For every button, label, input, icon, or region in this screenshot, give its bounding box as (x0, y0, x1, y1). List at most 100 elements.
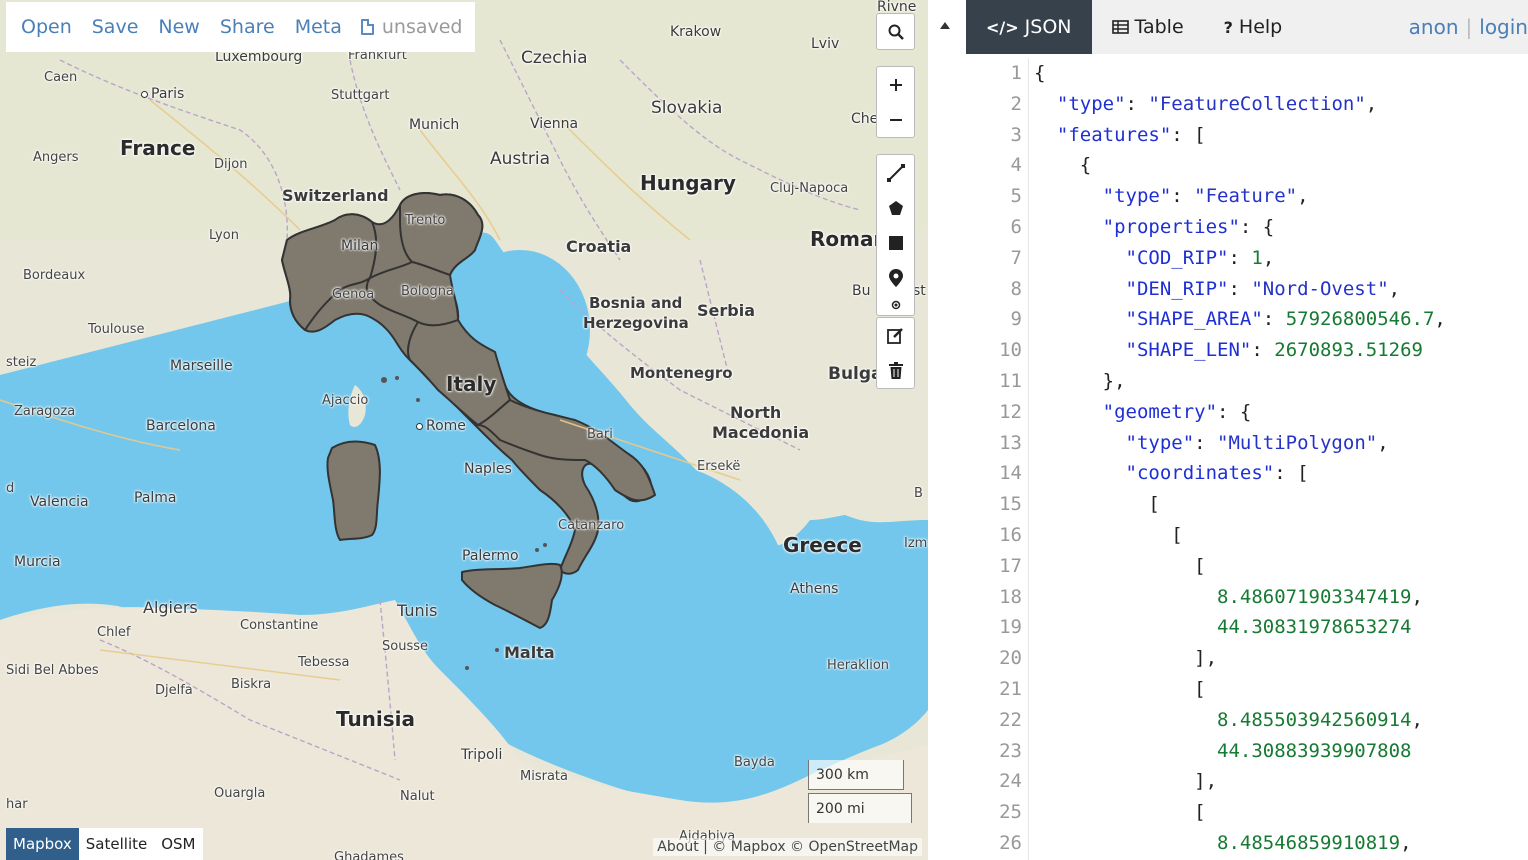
table-icon (1111, 20, 1129, 34)
scale-km: 300 km (808, 760, 904, 790)
anon-link[interactable]: anon (1409, 15, 1459, 39)
map-label-milan: Milan (341, 238, 379, 254)
file-icon (360, 19, 374, 35)
code-line: "DEN_RIP": "Nord-Ovest", (1125, 277, 1401, 300)
map-label-montenegro: Montenegro (630, 364, 733, 382)
map-label-ouargla: Ouargla (214, 786, 266, 801)
polygon-icon (888, 200, 903, 215)
code-line: 8.486071903347419, (1217, 585, 1423, 608)
plus-icon (889, 78, 902, 91)
code-line: "type": "MultiPolygon", (1125, 431, 1389, 454)
line-number: 23 (999, 739, 1022, 762)
line-number: 15 (999, 493, 1022, 516)
draw-rectangle-button[interactable] (877, 225, 914, 260)
meta-button[interactable]: Meta (288, 16, 355, 38)
line-number: 5 (1010, 185, 1022, 208)
code-lines[interactable]: { "type": "FeatureCollection", "features… (1034, 58, 1446, 859)
draw-toolbar (876, 154, 915, 316)
map-label-hungary: Hungary (640, 171, 736, 195)
line-number: 2 (1010, 92, 1022, 115)
line-number: 7 (1010, 246, 1022, 269)
share-button[interactable]: Share (213, 16, 288, 38)
zoom-in-button[interactable] (877, 67, 914, 102)
map-label-bologna: Bologna (401, 284, 454, 299)
open-button[interactable]: Open (14, 16, 85, 38)
line-number: 4 (1010, 154, 1022, 177)
map-label-erseke: Ersekë (697, 459, 741, 474)
code-line: "properties": { (1102, 215, 1275, 238)
map-label-sousse: Sousse (382, 639, 428, 654)
map-label-biskra: Biskra (231, 677, 272, 692)
code-line: 44.30883939907808 (1217, 739, 1412, 762)
map-label-izm: Izm (904, 536, 928, 551)
code-line: ], (1194, 770, 1218, 793)
map-label-sidibelabbes: Sidi Bel Abbes (6, 663, 99, 678)
pane-divider[interactable] (928, 0, 966, 860)
draw-marker-button[interactable] (877, 260, 914, 295)
layer-satellite[interactable]: Satellite (79, 828, 154, 860)
delete-layers-button[interactable] (877, 353, 914, 388)
map-label-trento: Trento (405, 213, 446, 228)
code-line: }, (1102, 369, 1126, 392)
map-label-paris: Paris (141, 87, 184, 101)
line-icon (886, 163, 905, 182)
map-label-bu: Bu (852, 283, 871, 299)
scale-mi: 200 mi (808, 793, 912, 823)
zoom-out-button[interactable] (877, 102, 914, 137)
file-menu: Open Save New Share Meta unsaved (6, 2, 475, 52)
line-number: 6 (1010, 215, 1022, 238)
line-number: 18 (999, 585, 1022, 608)
code-line: 8.48546859910819, (1217, 831, 1412, 854)
save-button[interactable]: Save (85, 16, 152, 38)
map-label-nalut: Nalut (400, 789, 435, 804)
login-link[interactable]: login (1479, 15, 1528, 39)
map-label-north: North (730, 403, 782, 422)
line-number: 12 (999, 400, 1022, 423)
line-number: 14 (999, 462, 1022, 485)
map-label-malta: Malta (504, 643, 555, 662)
edit-layers-button[interactable] (877, 318, 914, 353)
json-editor[interactable]: 1 2 3 4 5 6 7 8 9 10 11 12 13 14 15 16 17 18 19 20 21 22 23 24 2… (966, 58, 1528, 860)
code-line: 44.30831978653274 (1217, 616, 1412, 639)
search-button[interactable] (877, 14, 914, 49)
map-label-dijon: Dijon (214, 157, 248, 172)
line-number: 3 (1010, 123, 1022, 146)
tab-help[interactable]: ? Help (1204, 0, 1303, 54)
draw-circlemarker-button[interactable] (877, 295, 914, 315)
line-number: 21 (999, 677, 1022, 700)
question-icon: ? (1223, 17, 1233, 37)
map-label-bosnia: Bosnia and (589, 294, 683, 312)
map-label-munich: Munich (409, 117, 460, 133)
map-label-tunis: Tunis (397, 601, 438, 620)
draw-polygon-button[interactable] (877, 190, 914, 225)
line-number: 16 (999, 523, 1022, 546)
collapse-arrow-icon[interactable] (940, 22, 950, 29)
layer-osm[interactable]: OSM (154, 828, 202, 860)
map-label-austria: Austria (490, 149, 551, 169)
map-label-rome: Rome (416, 419, 466, 433)
tab-table[interactable]: Table (1092, 0, 1204, 54)
map-label-bayda: Bayda (734, 755, 775, 770)
rectangle-icon (888, 235, 903, 250)
map-label-rivne: Rivne (877, 0, 917, 15)
line-number: 25 (999, 801, 1022, 824)
map-label-france: France (120, 136, 196, 160)
line-number: 1 (1010, 62, 1022, 84)
map-attribution[interactable]: About | © Mapbox © OpenStreetMap (653, 838, 922, 856)
code-line: "coordinates": [ (1125, 462, 1309, 485)
map-pane[interactable]: Rivne Krakow Lviv Luxembourg Frankfurt C… (0, 0, 928, 860)
code-line: [ (1171, 523, 1183, 546)
auth-links: anon | login (1409, 0, 1528, 54)
map-label-serbia: Serbia (697, 301, 755, 320)
map-label-macedonia: Macedonia (712, 423, 810, 442)
tab-json[interactable]: </> JSON (966, 0, 1092, 54)
code-line: { (1079, 154, 1092, 177)
draw-line-button[interactable] (877, 155, 914, 190)
map-label-angers: Angers (33, 150, 79, 165)
layer-mapbox[interactable]: Mapbox (6, 828, 79, 860)
map-label-misrata: Misrata (520, 769, 568, 784)
map-label-naples: Naples (464, 461, 512, 477)
code-line: [ (1194, 677, 1206, 700)
map-label-bulga: Bulga (828, 364, 883, 384)
new-button[interactable]: New (151, 16, 212, 38)
